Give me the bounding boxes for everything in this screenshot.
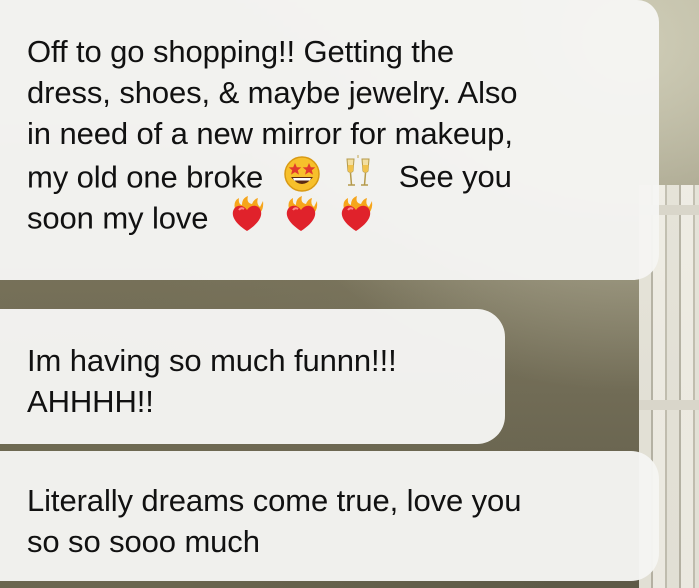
message-line: in need of a new mirror for makeup, (27, 116, 513, 151)
message-line: so so sooo much (27, 524, 260, 559)
message-line: my old one broke (27, 159, 264, 195)
clinking-glasses-icon (338, 154, 378, 194)
message-line: See you (398, 159, 512, 195)
message-bubble-3[interactable]: Literally dreams come true, love you so … (0, 451, 659, 581)
heart-on-fire-icon (336, 195, 376, 235)
message-line: Im having so much funnn!!! (27, 343, 397, 378)
message-line-with-emoji: soon my love (27, 195, 635, 236)
star-struck-face-icon (282, 154, 322, 194)
message-bubble-2[interactable]: Im having so much funnn!!! AHHHH!! (0, 309, 505, 444)
message-line: Literally dreams come true, love you (27, 483, 522, 518)
message-line: AHHHH!! (27, 384, 154, 419)
heart-on-fire-icon (227, 195, 267, 235)
message-line: dress, shoes, & maybe jewelry. Also (27, 75, 518, 110)
heart-on-fire-icon (281, 195, 321, 235)
message-line: soon my love (27, 200, 209, 236)
message-line-with-emoji: my old one broke See you (27, 154, 635, 195)
message-line: Off to go shopping!! Getting the (27, 34, 455, 69)
background-fence-rail (639, 400, 699, 410)
message-bubble-1[interactable]: Off to go shopping!! Getting the dress, … (0, 0, 659, 280)
